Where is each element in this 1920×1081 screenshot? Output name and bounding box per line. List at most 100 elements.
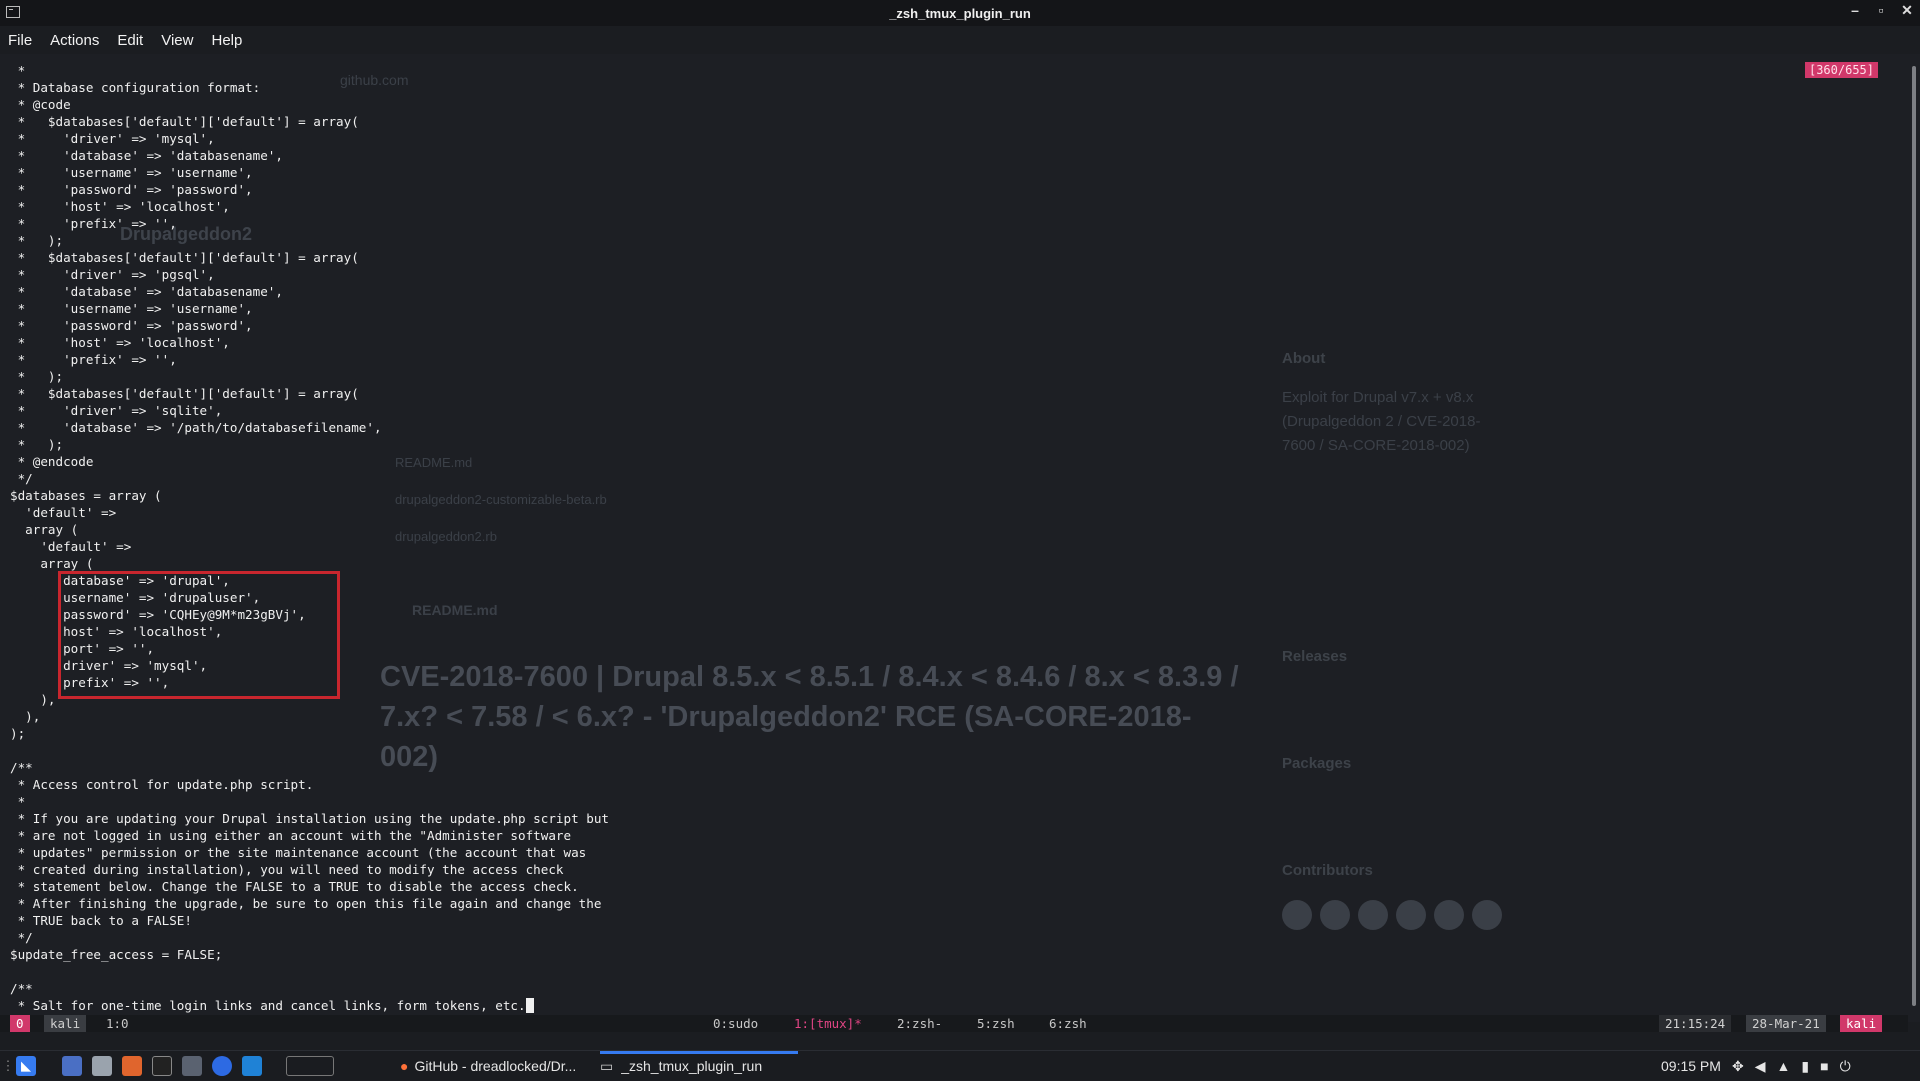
terminal-icon: ▭	[600, 1057, 614, 1074]
menu-edit[interactable]: Edit	[117, 32, 143, 49]
file-manager-icon[interactable]	[92, 1056, 112, 1076]
terminal-output: * * Database configuration format: * @co…	[10, 62, 609, 1014]
avatar	[1472, 900, 1502, 930]
browser-icon[interactable]	[212, 1056, 232, 1076]
tmux-status-bar: 0 kali 1:0 0:sudo 1:[tmux]* 2:zsh- 5:zsh…	[0, 1015, 1908, 1032]
terminal-line: * 'username' => 'username',	[10, 301, 253, 316]
terminal-line: */	[10, 930, 33, 945]
terminal-launcher-icon[interactable]	[152, 1056, 172, 1076]
menu-view[interactable]: View	[161, 32, 193, 49]
terminal-line: * 'driver' => 'sqlite',	[10, 403, 223, 418]
tmux-date: 28-Mar-21	[1746, 1015, 1826, 1032]
terminal-line: /**	[10, 981, 33, 996]
screen-icon[interactable]	[182, 1056, 202, 1076]
terminal-icon	[6, 6, 20, 18]
terminal-line: * @code	[10, 97, 71, 112]
firefox-icon: ●	[400, 1058, 409, 1074]
dropbox-icon[interactable]: ✥	[1732, 1058, 1744, 1075]
terminal-line: $databases = array (	[10, 488, 162, 503]
terminal-pane[interactable]: github.com Drupalgeddon2 README.md drupa…	[0, 54, 1908, 1022]
window-controls: – ▫ ✕	[1846, 2, 1916, 19]
avatar	[1320, 900, 1350, 930]
ghost-avatars	[1282, 900, 1510, 935]
tmux-window-2[interactable]: 2:zsh-	[897, 1015, 942, 1032]
close-icon[interactable]: ✕	[1898, 2, 1916, 19]
terminal-line: array (	[10, 556, 94, 571]
scrollbar-thumb[interactable]	[1912, 66, 1916, 1006]
terminal-line: * After finishing the upgrade, be sure t…	[10, 896, 602, 911]
tmux-window-1[interactable]: 1:[tmux]*	[794, 1015, 862, 1032]
terminal-line: * If you are updating your Drupal instal…	[10, 811, 609, 826]
avatar	[1282, 900, 1312, 930]
vscode-icon[interactable]	[242, 1056, 262, 1076]
terminal-line: * Database configuration format:	[10, 80, 261, 95]
terminal-line: * );	[10, 369, 64, 384]
terminal-line: ),	[10, 692, 56, 707]
avatar	[1358, 900, 1388, 930]
tmux-window-6[interactable]: 6:zsh	[1049, 1015, 1087, 1032]
terminal-line: * are not logged in using either an acco…	[10, 828, 572, 843]
battery-icon[interactable]: ▮	[1801, 1058, 1809, 1075]
task-label: _zsh_tmux_plugin_run	[621, 1058, 763, 1074]
terminal-line: * 'driver' => 'pgsql',	[10, 267, 215, 282]
tmux-session-number: 0	[10, 1015, 30, 1032]
terminal-cursor	[525, 998, 534, 1013]
terminal-line: 'default' =>	[10, 505, 117, 520]
terminal-line: * $databases['default']['default'] = arr…	[10, 250, 359, 265]
terminal-scrollbar[interactable]	[1908, 54, 1920, 1022]
terminal-line: * 'driver' => 'mysql',	[10, 131, 215, 146]
terminal-line: $update_free_access = FALSE;	[10, 947, 223, 962]
terminal-line: * 'host' => 'localhost',	[10, 335, 230, 350]
desktop-icon[interactable]	[62, 1056, 82, 1076]
workspace-switcher[interactable]	[286, 1056, 334, 1076]
maximize-icon[interactable]: ▫	[1872, 2, 1890, 19]
terminal-line: 'default' =>	[10, 539, 132, 554]
task-firefox[interactable]: ● GitHub - dreadlocked/Dr...	[400, 1053, 595, 1079]
terminal-line: * 'prefix' => '',	[10, 352, 177, 367]
terminal-line: * Salt for one-time login links and canc…	[10, 998, 526, 1013]
terminal-line: * 'database' => '/path/to/databasefilena…	[10, 420, 382, 435]
terminal-line: * Access control for update.php script.	[10, 777, 314, 792]
menu-bar: File Actions Edit View Help	[0, 26, 1920, 54]
power-icon[interactable]: ⏻	[1840, 1058, 1851, 1075]
ghost-about-title: About	[1282, 350, 1326, 367]
terminal-line: *	[10, 63, 26, 78]
system-tray: ✥ ◀ ▲ ▮ ■ ⏻	[1732, 1051, 1851, 1081]
window-title: _zsh_tmux_plugin_run	[889, 5, 1031, 21]
lock-icon[interactable]: ■	[1820, 1058, 1828, 1074]
kali-menu-icon[interactable]: ◣	[16, 1056, 36, 1076]
ghost-about-text: Exploit for Drupal v7.x + v8.x (Drupalge…	[1282, 389, 1481, 454]
avatar	[1396, 900, 1426, 930]
avatar	[1434, 900, 1464, 930]
terminal-line: * 'username' => 'username',	[10, 165, 253, 180]
terminal-line: * 'password' => 'password',	[10, 182, 253, 197]
tmux-time: 21:15:24	[1659, 1015, 1732, 1032]
terminal-line: * 'host' => 'localhost',	[10, 199, 230, 214]
scroll-position-badge: [360/655]	[1804, 62, 1878, 78]
volume-icon[interactable]: ◀	[1755, 1058, 1766, 1075]
menu-actions[interactable]: Actions	[50, 32, 99, 49]
notification-bell-icon[interactable]: ▲	[1777, 1058, 1791, 1074]
minimize-icon[interactable]: –	[1846, 2, 1864, 19]
window-titlebar: _zsh_tmux_plugin_run – ▫ ✕	[0, 0, 1920, 26]
burpsuite-icon[interactable]	[122, 1056, 142, 1076]
tmux-window-0[interactable]: 0:sudo	[713, 1015, 758, 1032]
tmux-pane-id: 1:0	[106, 1016, 129, 1031]
tmux-window-5[interactable]: 5:zsh	[977, 1015, 1015, 1032]
terminal-line: );	[10, 726, 26, 741]
terminal-line: * TRUE back to a FALSE!	[10, 913, 192, 928]
terminal-line: * @endcode	[10, 454, 94, 469]
menu-help[interactable]: Help	[211, 32, 242, 49]
task-label: GitHub - dreadlocked/Dr...	[414, 1058, 577, 1074]
terminal-line: * created during installation), you will…	[10, 862, 564, 877]
task-terminal[interactable]: ▭ _zsh_tmux_plugin_run	[600, 1051, 798, 1079]
terminal-line: * );	[10, 233, 64, 248]
terminal-line: * updates" permission or the site mainte…	[10, 845, 587, 860]
clock[interactable]: 09:15 PM	[1661, 1051, 1721, 1081]
terminal-line: * 'database' => 'databasename',	[10, 148, 283, 163]
terminal-line: */	[10, 471, 33, 486]
menu-file[interactable]: File	[8, 32, 32, 49]
terminal-line: *	[10, 794, 26, 809]
tmux-session-name: kali	[44, 1015, 87, 1032]
ghost-contributors: Contributors	[1282, 862, 1373, 879]
